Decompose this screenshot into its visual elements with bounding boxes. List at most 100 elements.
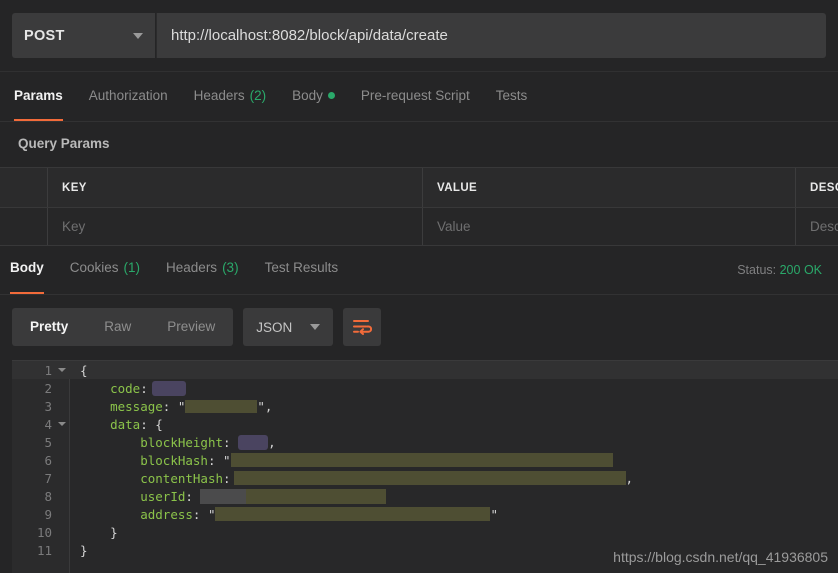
column-header-value: VALUE <box>423 168 796 207</box>
line-number: 5 <box>44 434 52 450</box>
tab-params-label: Params <box>14 87 63 103</box>
response-body-editor[interactable]: 1 { 2 code: 3 message: " ", 4 data: {5 … <box>12 360 838 573</box>
response-format-label: JSON <box>256 319 293 335</box>
json-punct-trailing: , <box>268 434 276 450</box>
response-tab-test-results[interactable]: Test Results <box>252 252 352 294</box>
code-lines: 1 { 2 code: 3 message: " ", 4 data: {5 … <box>12 361 838 559</box>
line-number: 3 <box>44 398 52 414</box>
chevron-down-icon <box>133 32 143 39</box>
json-punct-trailing: , <box>625 470 634 486</box>
redacted-value <box>230 453 613 467</box>
json-key: address <box>140 506 193 522</box>
param-description-input[interactable]: Desc <box>796 208 838 245</box>
table-row: Key Value Desc <box>0 207 838 246</box>
response-tab-cookies[interactable]: Cookies (1) <box>57 252 153 294</box>
tab-body[interactable]: Body <box>279 80 348 121</box>
json-key: contentHash <box>140 470 224 486</box>
table-header-row: KEY VALUE DESCR <box>0 168 838 207</box>
response-tab-test-results-label: Test Results <box>264 260 339 275</box>
response-tab-cookies-label: Cookies <box>69 260 119 275</box>
fold-arrow-icon[interactable] <box>54 368 70 372</box>
response-tab-headers-label: Headers <box>166 260 218 275</box>
redacted-value <box>215 507 491 521</box>
word-wrap-icon <box>353 320 373 335</box>
json-punct: : { <box>140 416 163 432</box>
tab-headers-label: Headers <box>193 87 245 103</box>
param-key-input[interactable]: Key <box>48 208 423 245</box>
tab-body-label: Body <box>292 87 323 103</box>
request-tabs: Params Authorization Headers (2) Body Pr… <box>0 80 838 122</box>
tab-authorization-label: Authorization <box>88 87 168 103</box>
json-key: data <box>110 416 141 432</box>
tab-params[interactable]: Params <box>14 80 76 121</box>
tab-pre-request-script[interactable]: Pre-request Script <box>348 80 483 121</box>
query-params-table: KEY VALUE DESCR Key Value Desc <box>0 167 838 246</box>
json-key: blockHeight <box>140 434 224 450</box>
response-tabs: Body Cookies (1) Headers (3) Test Result… <box>0 252 838 295</box>
request-url-input[interactable]: http://localhost:8082/block/api/data/cre… <box>156 13 826 58</box>
json-key: code <box>110 380 141 396</box>
tab-headers[interactable]: Headers (2) <box>181 80 280 121</box>
code-line: 9 address: " " <box>12 505 838 523</box>
json-punct: : <box>223 470 231 486</box>
line-number: 10 <box>36 524 52 540</box>
code-line: 10 } <box>12 523 838 541</box>
json-punct: : <box>185 488 201 504</box>
json-punct-trailing: " <box>490 506 499 522</box>
tab-authorization[interactable]: Authorization <box>76 80 181 121</box>
response-tab-cookies-count: (1) <box>123 260 141 275</box>
response-format-select[interactable]: JSON <box>243 308 334 346</box>
json-punct-trailing: ", <box>257 398 273 414</box>
response-tab-headers[interactable]: Headers (3) <box>153 252 252 294</box>
http-method-label: POST <box>24 27 65 44</box>
response-view-toolbar: Pretty Raw Preview JSON <box>12 308 382 346</box>
response-tab-headers-count: (3) <box>222 260 239 275</box>
chevron-down-icon <box>310 324 321 330</box>
line-number: 6 <box>44 452 52 468</box>
code-line: 8 userId: <box>12 487 838 505</box>
fold-arrow-icon[interactable] <box>54 422 70 426</box>
redacted-value <box>238 434 269 450</box>
line-number: 7 <box>44 470 52 486</box>
code-line: 4 data: { <box>12 415 838 433</box>
code-line: 3 message: " ", <box>12 397 838 415</box>
column-header-key: KEY <box>48 168 423 207</box>
http-method-selector[interactable]: POST <box>12 13 155 58</box>
tab-pre-request-script-label: Pre-request Script <box>360 87 470 103</box>
code-line: 2 code: <box>12 379 838 397</box>
column-header-description: DESCR <box>810 181 838 194</box>
tab-tests-label: Tests <box>495 87 528 103</box>
status-badge: Status: 200 OK <box>737 263 822 277</box>
select-all-checkbox-cell[interactable] <box>0 168 48 207</box>
line-number: 4 <box>44 416 52 432</box>
redacted-value <box>233 471 626 485</box>
tab-tests[interactable]: Tests <box>483 80 541 121</box>
line-content: { <box>80 362 88 378</box>
redacted-value <box>151 380 186 396</box>
response-tab-body[interactable]: Body <box>10 252 57 294</box>
json-punct: : <box>140 380 148 396</box>
code-line: 5 blockHeight: , <box>12 433 838 451</box>
view-mode-raw[interactable]: Raw <box>86 308 149 346</box>
param-value-input[interactable]: Value <box>423 208 796 245</box>
watermark-text: https://blog.csdn.net/qq_41936805 <box>613 549 828 565</box>
line-content: } <box>80 542 88 558</box>
query-params-title: Query Params <box>18 136 110 151</box>
code-line: 6 blockHash: " <box>12 451 838 469</box>
redacted-value <box>246 488 387 504</box>
code-line: 7 contentHash: , <box>12 469 838 487</box>
line-number: 1 <box>44 362 52 378</box>
json-punct: : " <box>192 506 216 522</box>
row-checkbox-cell[interactable] <box>0 208 48 245</box>
line-number: 2 <box>44 380 52 396</box>
word-wrap-button[interactable] <box>343 308 382 346</box>
request-url-bar: POST http://localhost:8082/block/api/dat… <box>0 0 838 72</box>
redacted-value <box>185 399 258 413</box>
view-mode-preview[interactable]: Preview <box>149 308 233 346</box>
view-mode-pretty[interactable]: Pretty <box>12 308 86 346</box>
json-key: userId <box>140 488 186 504</box>
code-line: 1 { <box>12 361 838 379</box>
request-url-text: http://localhost:8082/block/api/data/cre… <box>171 27 448 44</box>
json-key: blockHash <box>140 452 208 468</box>
status-label: Status: <box>737 263 777 277</box>
